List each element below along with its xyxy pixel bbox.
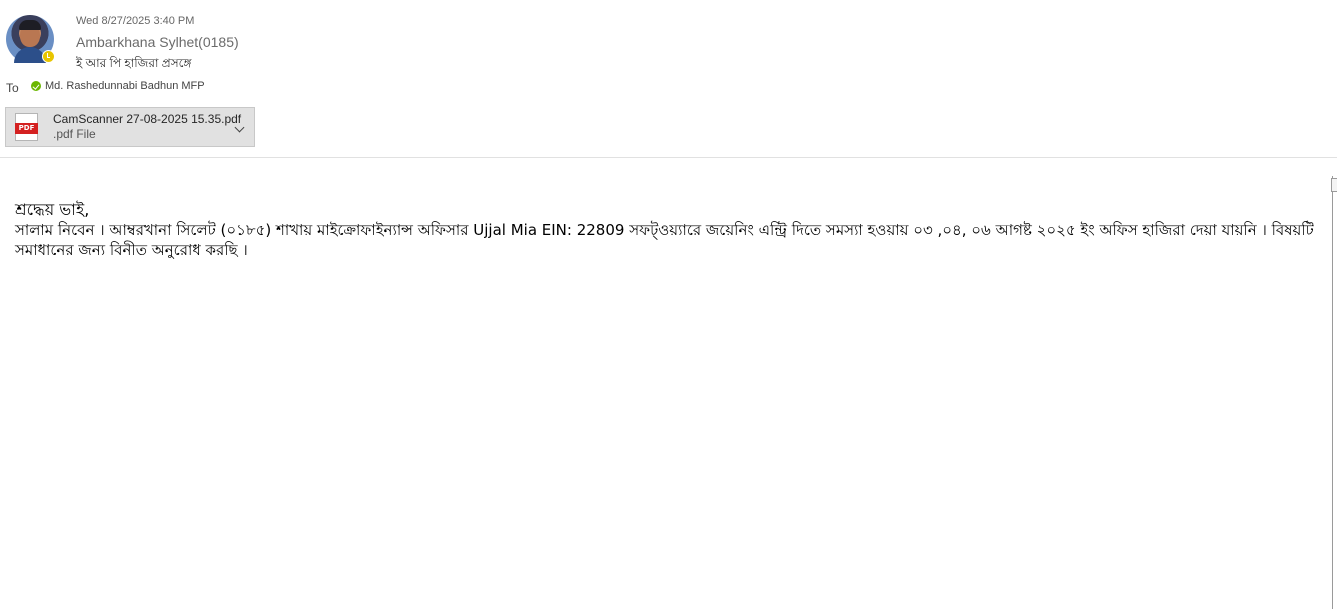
to-label: To bbox=[6, 81, 19, 95]
recipient-name[interactable]: Md. Rashedunnabi Badhun MFP bbox=[45, 80, 205, 92]
pdf-file-icon: PDF bbox=[15, 113, 38, 141]
sender-avatar[interactable] bbox=[6, 15, 55, 63]
body-greeting: শ্রদ্ধেয় ভাই, bbox=[15, 200, 90, 219]
presence-away-icon bbox=[42, 50, 55, 63]
body-paragraph: সালাম নিবেন । আম্বরখানা সিলেট (০১৮৫) শাখ… bbox=[15, 221, 1314, 259]
attachment-file-name: CamScanner 27-08-2025 15.35.pdf bbox=[53, 112, 242, 126]
scrollbar-track[interactable] bbox=[1332, 176, 1333, 609]
verified-check-icon bbox=[31, 81, 41, 91]
attachment-file-type: .pdf File bbox=[53, 127, 96, 141]
pdf-icon-label: PDF bbox=[15, 123, 38, 134]
message-body: শ্রদ্ধেয় ভাই, সালাম নিবেন । আম্বরখানা স… bbox=[15, 200, 1327, 260]
avatar-hair bbox=[19, 20, 41, 30]
message-date: Wed 8/27/2025 3:40 PM bbox=[76, 15, 195, 27]
message-header: Wed 8/27/2025 3:40 PM Ambarkhana Sylhet(… bbox=[0, 0, 1337, 158]
recipient[interactable]: Md. Rashedunnabi Badhun MFP bbox=[31, 80, 205, 92]
attachment-info: CamScanner 27-08-2025 15.35.pdf .pdf Fil… bbox=[53, 112, 241, 142]
scroll-up-arrow[interactable] bbox=[1331, 178, 1337, 192]
attachment-card[interactable]: PDF CamScanner 27-08-2025 15.35.pdf .pdf… bbox=[5, 107, 255, 147]
sender-name[interactable]: Ambarkhana Sylhet(0185) bbox=[76, 34, 239, 50]
message-subject: ই আর পি হাজিরা প্রসঙ্গে bbox=[76, 56, 192, 70]
